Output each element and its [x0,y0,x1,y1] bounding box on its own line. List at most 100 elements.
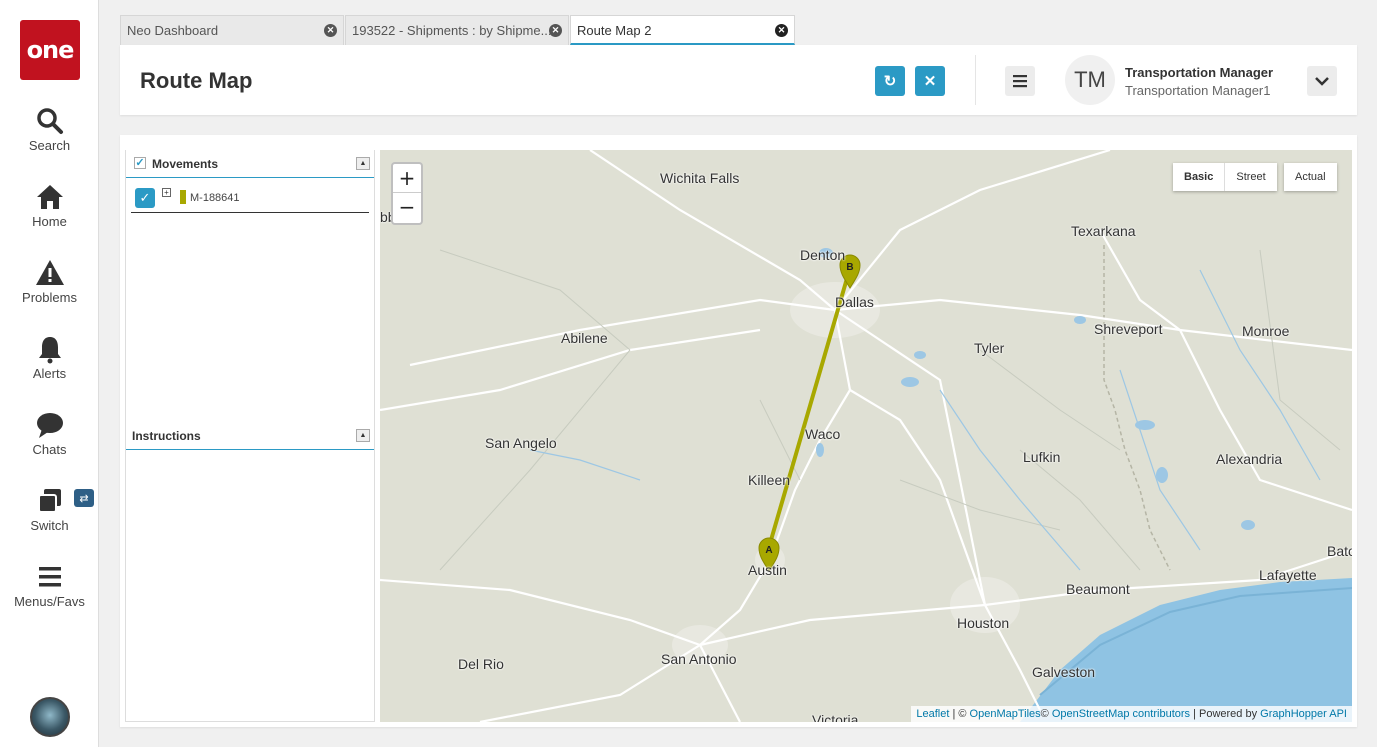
leaflet-link[interactable]: Leaflet [916,708,949,720]
city-label: Galveston [1032,664,1096,680]
attribution-separator: | Powered by [1190,708,1261,720]
tab-label: 193522 - Shipments : by Shipme... [352,23,552,38]
nav-alerts-label: Alerts [32,366,67,381]
warning-icon [35,260,64,285]
close-button[interactable]: ✕ [915,66,945,96]
expand-plus-icon[interactable]: + [162,188,171,197]
layer-street-button[interactable]: Street [1224,163,1276,191]
actual-button[interactable]: Actual [1284,163,1337,191]
marker-a-label: A [765,545,772,556]
city-label: Austin [748,562,787,578]
city-label: Denton [800,247,846,263]
osm-contributors-link[interactable]: OpenStreetMap contributors [1052,708,1190,720]
nav-home[interactable]: Home [0,182,99,229]
nav-menus-favs[interactable]: Menus/Favs [0,562,99,609]
user-initials-avatar[interactable]: TM [1065,55,1115,105]
instructions-header: Instructions ▲ [126,422,374,450]
city-label: Abilene [561,330,608,346]
instructions-collapse-button[interactable]: ▲ [356,429,370,442]
user-avatar-image[interactable] [30,697,70,737]
tab-close-icon[interactable]: ✕ [549,24,562,37]
city-label: Shreveport [1094,321,1163,337]
layer-basic-button[interactable]: Basic [1173,163,1224,191]
tab-label: Neo Dashboard [127,23,219,38]
page-title: Route Map [140,68,253,93]
movements-title: Movements [152,157,219,171]
movements-select-all-checkbox[interactable]: ✓ [134,157,146,169]
bell-icon [38,337,61,364]
movement-id: M-188641 [190,192,240,204]
tab-close-icon[interactable]: ✕ [324,24,337,37]
user-role: Transportation Manager1 [1125,83,1271,98]
city-label: Del Rio [458,656,504,672]
home-icon [36,185,63,209]
nav-chats-label: Chats [32,442,67,457]
app-logo[interactable]: one [20,20,80,80]
tab-shipments[interactable]: 193522 - Shipments : by Shipme... ✕ [345,15,569,45]
city-label: Texarkana [1071,223,1136,239]
city-label: Lafayette [1259,567,1317,583]
city-label: Tyler [974,340,1005,356]
city-label: Monroe [1242,323,1290,339]
city-label: San Angelo [485,435,557,451]
movements-header: ✓ Movements ▲ [126,150,374,178]
city-label: San Antonio [661,651,737,667]
graphhopper-link[interactable]: GraphHopper API [1260,708,1347,720]
city-label: Waco [805,426,841,442]
nav-search[interactable]: Search [0,106,99,153]
page-menu-button[interactable] [1005,66,1035,96]
route-map[interactable]: A B Wichita Falls Denton Dallas Texarkan… [380,150,1352,722]
nav-switch-label: Switch [30,518,69,533]
nav-problems[interactable]: Problems [0,258,99,305]
movement-color-swatch [180,190,186,204]
map-layer-switcher: Basic Street [1173,163,1277,191]
city-label: Alexandria [1216,451,1283,467]
tab-label: Route Map 2 [577,23,652,38]
content-panel: ✓ Movements ▲ ✓ + M-188641 Instructions … [120,135,1357,727]
movement-checkbox[interactable]: ✓ [135,188,155,208]
city-label: Bato [1327,543,1352,559]
nav-home-label: Home [32,214,67,229]
refresh-button[interactable]: ↻ [875,66,905,96]
city-label: Lufkin [1023,449,1061,465]
openmaptiles-link[interactable]: OpenMapTiles [970,708,1041,720]
nav-menus-favs-label: Menus/Favs [14,594,85,609]
map-attribution: Leaflet | © OpenMapTiles© OpenStreetMap … [911,706,1352,722]
zoom-out-button[interactable]: − [393,193,421,222]
hamburger-menu-icon [38,567,61,587]
search-icon [36,108,63,134]
tab-neo-dashboard[interactable]: Neo Dashboard ✕ [120,15,344,45]
switch-badge-icon[interactable]: ⇄ [74,489,94,507]
city-label: Beaumont [1066,581,1130,597]
tab-route-map-2[interactable]: Route Map 2 ✕ [570,15,795,45]
refresh-icon: ↻ [883,73,897,90]
instructions-title: Instructions [132,429,201,443]
chevron-down-icon [1315,77,1329,86]
switch-windows-icon [37,489,61,513]
nav-problems-label: Problems [22,290,77,305]
user-dropdown-button[interactable] [1307,66,1337,96]
nav-alerts[interactable]: Alerts [0,334,99,381]
page-header: Route Map ↻ ✕ TM Transportation Manager … [120,45,1357,115]
actual-toggle: Actual [1284,163,1337,191]
movement-row[interactable]: ✓ + M-188641 [131,186,369,213]
close-icon: ✕ [923,73,937,90]
left-nav-sidebar: one Search Home Problems Alerts Chats Sw… [0,0,99,747]
hamburger-icon [1013,75,1027,88]
tab-close-icon[interactable]: ✕ [775,24,788,37]
city-label: Houston [957,615,1010,631]
zoom-in-button[interactable]: + [393,164,421,193]
city-label: Dallas [835,294,874,310]
marker-b-label: B [846,262,853,273]
nav-chats[interactable]: Chats [0,410,99,457]
movements-panel: ✓ Movements ▲ ✓ + M-188641 Instructions … [125,150,375,722]
attribution-separator: | © [949,708,970,720]
user-name: Transportation Manager [1125,65,1274,80]
city-label: Killeen [748,472,791,488]
city-label: Victoria [812,712,859,722]
city-label: Wichita Falls [660,170,740,186]
attribution-separator: © [1040,708,1052,720]
zoom-control: + − [391,162,423,225]
nav-search-label: Search [28,138,71,153]
movements-collapse-button[interactable]: ▲ [356,157,370,170]
